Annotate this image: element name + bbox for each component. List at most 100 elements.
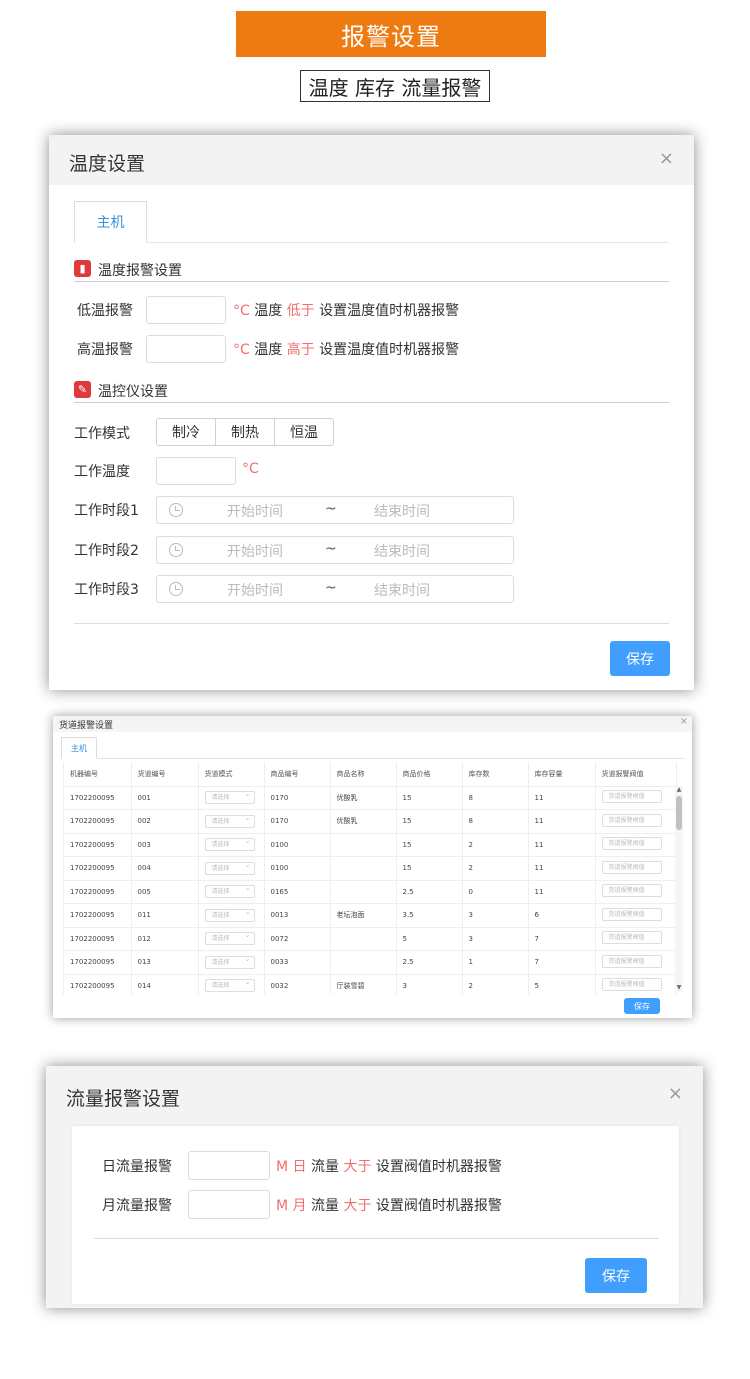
period-2-label: 工作时段2 [74,543,139,559]
low-temp-input[interactable] [146,296,226,324]
table-cell: 厅装雪碧 [330,974,397,994]
threshold-cell: 货道报警阀值 [595,833,677,857]
table-cell: 1702200095 [64,880,132,904]
scroll-up-icon[interactable]: ▲ [675,787,683,793]
dialog-title: 温度设置 [69,153,146,175]
range-end: 结束时间 [374,583,430,599]
period-3-range-picker[interactable]: 开始时间 ~ 结束时间 [156,575,514,603]
table-cell: 7 [528,927,596,951]
save-button[interactable]: 保存 [610,641,670,676]
high-temp-input[interactable] [146,335,226,363]
table-cell: 3 [462,927,529,951]
work-mode-label: 工作模式 [74,426,130,442]
table-cell: 8 [462,809,529,834]
subtitle: 温度 库存 流量报警 [300,70,490,102]
channel-mode-select[interactable]: 请选择 [204,907,255,922]
threshold-cell: 货道报警阀值 [595,974,677,994]
table-cell: 11 [528,809,596,834]
column-header: 商品编号 [264,762,331,787]
table-cell: 2 [462,856,529,881]
threshold-input[interactable]: 货道报警阀值 [601,931,662,945]
table-scrollbar[interactable]: ▲ ▼ [675,786,683,992]
threshold-input[interactable]: 货道报警阀值 [601,790,662,804]
range-separator: ~ [325,501,337,517]
channel-mode-select[interactable]: 请选择 [204,883,255,899]
threshold-input[interactable]: 货道报警阀值 [601,860,662,874]
temperature-settings-dialog: 温度设置 × 主机 ▮ 温度报警设置 低温报警 °C 温度 低于 设置温度值时机… [49,135,694,690]
table-cell [330,880,397,904]
clock-icon [169,543,183,557]
clock-icon [169,503,183,517]
table-cell: 0170 [264,809,331,834]
high-temp-label: 高温报警 [77,342,133,358]
column-header: 库存数 [462,762,529,787]
tab-host[interactable]: 主机 [61,737,97,759]
save-button[interactable]: 保存 [585,1258,647,1293]
table-row: 1702200095011 请选择 0013老坛泡面3.536 货道报警阀值 [64,903,677,928]
table-row: 1702200095004 请选择 0100 15211 货道报警阀值 [64,856,677,881]
column-header: 货道编号 [131,762,199,787]
tab-divider [61,758,685,759]
table-cell: 0100 [264,856,331,881]
channel-table-wrapper: 机器编号 货道编号 货道模式 商品编号 商品名称 商品价格 库存数 库存容量 货… [63,762,685,994]
mode-cool-button[interactable]: 制冷 [157,419,216,445]
mode-constant-button[interactable]: 恒温 [275,419,333,445]
range-end: 结束时间 [374,504,430,520]
table-cell: 003 [131,833,199,857]
low-temp-hint: °C 温度 低于 设置温度值时机器报警 [233,303,460,319]
channel-mode-select[interactable]: 请选择 [204,977,255,993]
high-temp-hint: °C 温度 高于 设置温度值时机器报警 [233,342,460,358]
table-cell: 001 [131,786,199,810]
table-cell: 11 [528,786,596,810]
daily-flow-label: 日流量报警 [102,1159,172,1175]
table-cell: 2 [462,974,529,994]
close-icon[interactable]: × [659,148,674,169]
table-cell: 0072 [264,927,331,951]
table-cell: 15 [396,856,463,881]
section-title: 温度报警设置 [98,263,182,279]
save-button[interactable]: 保存 [624,998,660,1014]
period-2-range-picker[interactable]: 开始时间 ~ 结束时间 [156,536,514,564]
channel-mode-cell: 请选择 [198,927,265,951]
channel-mode-select[interactable]: 请选择 [204,930,255,946]
channel-mode-cell: 请选择 [198,880,265,904]
work-temp-input[interactable] [156,457,236,485]
tab-host[interactable]: 主机 [74,201,147,243]
threshold-cell: 货道报警阀值 [595,880,677,904]
channel-mode-select[interactable]: 请选择 [204,813,255,828]
channel-mode-select[interactable]: 请选择 [204,836,255,852]
scroll-down-icon[interactable]: ▼ [675,985,683,991]
channel-mode-select[interactable]: 请选择 [204,789,255,805]
close-icon[interactable]: × [680,716,688,727]
period-1-range-picker[interactable]: 开始时间 ~ 结束时间 [156,496,514,524]
table-cell: 005 [131,880,199,904]
range-start: 开始时间 [227,583,283,599]
column-header: 商品名称 [330,762,397,787]
channel-mode-cell: 请选择 [198,974,265,994]
table-cell: 优酸乳 [330,809,397,834]
daily-flow-hint: M 日 流量 大于 设置阀值时机器报警 [276,1159,502,1175]
table-cell: 老坛泡面 [330,903,397,928]
close-icon[interactable]: × [668,1083,683,1104]
threshold-input[interactable]: 货道报警阀值 [601,837,662,851]
monthly-flow-input[interactable] [188,1190,270,1219]
threshold-input[interactable]: 货道报警阀值 [601,978,662,992]
channel-mode-cell: 请选择 [198,809,265,834]
threshold-input[interactable]: 货道报警阀值 [601,954,662,968]
scrollbar-thumb[interactable] [676,796,682,830]
mode-heat-button[interactable]: 制热 [216,419,275,445]
table-cell: 0165 [264,880,331,904]
dialog-header: 温度设置 × [49,135,694,185]
channel-mode-select[interactable]: 请选择 [204,954,255,969]
table-cell: 15 [396,809,463,834]
table-row: 1702200095013 请选择 0033 2.517 货道报警阀值 [64,950,677,975]
threshold-input[interactable]: 货道报警阀值 [601,813,662,827]
threshold-input[interactable]: 货道报警阀值 [601,884,662,898]
table-cell: 15 [396,786,463,810]
table-cell: 004 [131,856,199,881]
daily-flow-input[interactable] [188,1151,270,1180]
footer-divider [94,1238,659,1239]
channel-mode-select[interactable]: 请选择 [204,860,255,875]
table-cell: 1702200095 [64,786,132,810]
threshold-input[interactable]: 货道报警阀值 [601,907,662,921]
